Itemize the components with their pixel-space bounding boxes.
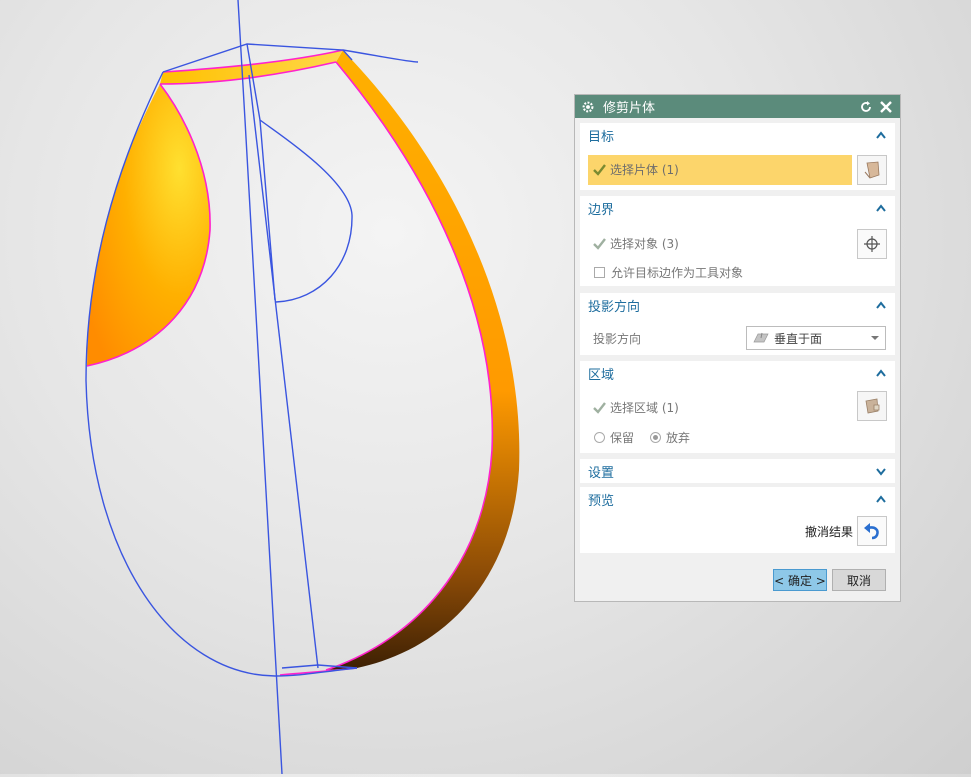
right-rim-surface	[326, 50, 520, 670]
close-icon	[880, 100, 892, 113]
projection-direction-select[interactable]: 垂直于面	[746, 326, 886, 350]
section-preview-title: 预览	[588, 494, 615, 509]
keep-radio[interactable]	[594, 432, 605, 443]
section-projection-title: 投影方向	[588, 300, 641, 315]
face-normal-icon	[753, 332, 769, 343]
region-keep-option[interactable]: 保留	[594, 429, 634, 446]
section-boundary-header[interactable]: 边界	[580, 196, 895, 221]
ok-button[interactable]: < 确定 >	[773, 569, 827, 591]
projection-field-label: 投影方向	[593, 332, 642, 346]
chevron-up-icon	[876, 130, 886, 139]
select-object-label: 选择对象 (3)	[610, 237, 679, 251]
undo-result-label-row: 撤消结果	[805, 523, 853, 540]
select-object-row[interactable]: 选择对象 (3)	[593, 235, 679, 252]
undo-result-label: 撤消结果	[805, 525, 854, 539]
section-boundary: 边界 选择对象 (3) 允许目标边作为工具对象	[580, 196, 895, 286]
chevron-up-icon	[876, 368, 886, 377]
dropdown-arrow-icon	[871, 336, 879, 340]
undo-result-button[interactable]	[857, 516, 887, 546]
section-target-title: 目标	[588, 130, 615, 145]
projection-selected-value: 垂直于面	[774, 331, 823, 346]
keep-label: 保留	[610, 431, 635, 445]
section-region-header[interactable]: 区域	[580, 361, 895, 386]
section-preview: 预览 撤消结果	[580, 487, 895, 553]
chevron-down-icon	[876, 468, 886, 476]
select-object-button[interactable]	[857, 229, 887, 259]
allow-edges-checkbox[interactable]	[594, 267, 605, 278]
discard-label: 放弃	[666, 431, 691, 445]
select-region-row[interactable]: 选择区域 (1)	[593, 399, 679, 416]
select-region-button[interactable]	[857, 391, 887, 421]
section-region: 区域 选择区域 (1) 保留 放弃	[580, 361, 895, 453]
section-settings-title: 设置	[588, 465, 615, 481]
allow-edges-label: 允许目标边作为工具对象	[611, 266, 744, 280]
undo-icon	[864, 523, 879, 540]
section-region-title: 区域	[588, 368, 615, 383]
section-target-header[interactable]: 目标	[580, 123, 895, 148]
section-preview-header[interactable]: 预览	[580, 487, 895, 512]
section-settings-header[interactable]: 设置	[580, 459, 895, 483]
dialog-title: 修剪片体	[603, 101, 656, 116]
reset-icon	[861, 100, 871, 112]
section-projection: 投影方向 投影方向 垂直于面	[580, 293, 895, 355]
section-projection-header[interactable]: 投影方向	[580, 293, 895, 318]
check-icon	[593, 164, 606, 176]
section-target: 目标 选择片体 (1)	[580, 123, 895, 190]
select-sheet-label: 选择片体 (1)	[610, 163, 679, 177]
crosshair-icon	[864, 236, 880, 252]
allow-edges-option[interactable]: 允许目标边作为工具对象	[594, 264, 743, 281]
dialog-titlebar: 修剪片体	[575, 95, 900, 118]
chevron-up-icon	[876, 203, 886, 212]
select-sheet-button[interactable]	[857, 155, 887, 185]
check-icon	[593, 402, 606, 414]
check-icon	[593, 238, 606, 250]
chevron-up-icon	[876, 494, 886, 503]
section-boundary-title: 边界	[588, 203, 615, 218]
cancel-button[interactable]: 取消	[832, 569, 886, 591]
reset-button[interactable]	[858, 99, 874, 115]
gear-icon	[582, 101, 594, 112]
select-sheet-label-row[interactable]: 选择片体 (1)	[593, 161, 679, 178]
sheet-body-icon	[864, 161, 880, 179]
chevron-up-icon	[876, 300, 886, 309]
region-discard-option[interactable]: 放弃	[650, 429, 690, 446]
select-region-label: 选择区域 (1)	[610, 401, 679, 415]
region-icon	[865, 398, 880, 414]
section-settings: 设置	[580, 459, 895, 483]
projection-field-label-row: 投影方向	[593, 330, 641, 347]
discard-radio[interactable]	[650, 432, 661, 443]
close-button[interactable]	[878, 99, 894, 115]
trim-sheet-dialog: 修剪片体 目标 选择片体 (1) 边界 选择对象 (3) 允许目标边作为工具对象…	[574, 94, 901, 602]
